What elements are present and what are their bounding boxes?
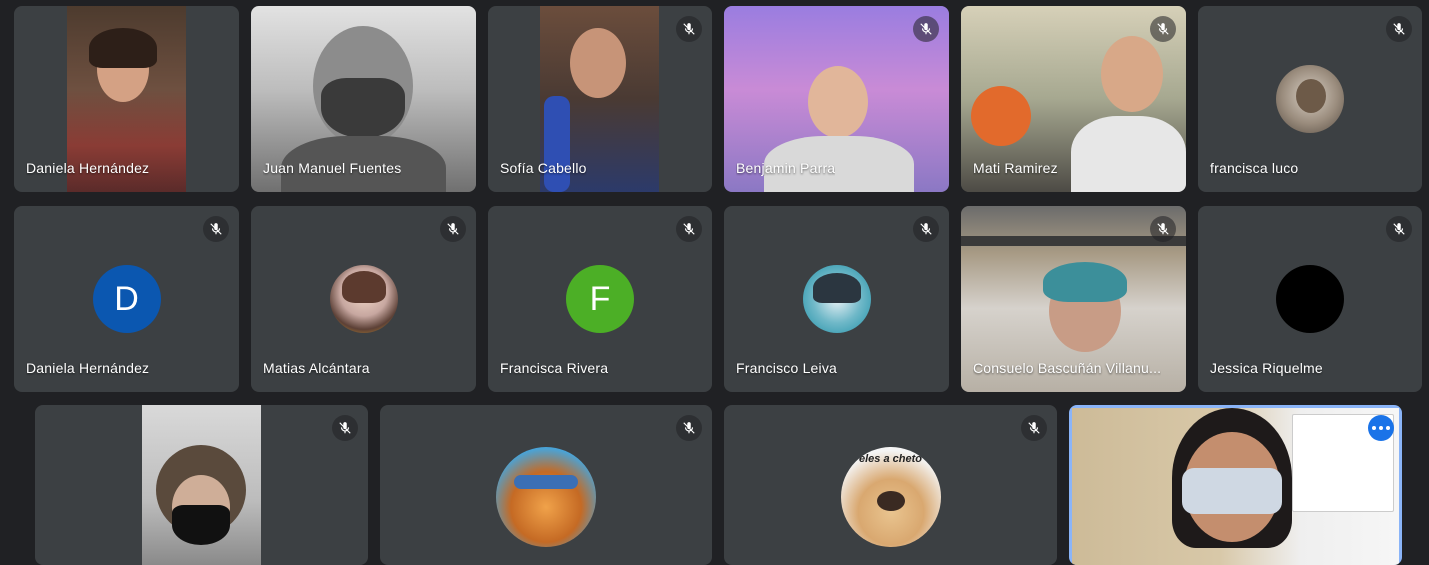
participant-name: Jessica Riquelme bbox=[1210, 360, 1323, 376]
mic-muted-icon bbox=[203, 216, 229, 242]
avatar-letter: F bbox=[589, 279, 611, 318]
participant-name: Francisco Leiva bbox=[736, 360, 838, 376]
participant-name: Benjamin Parra bbox=[736, 160, 836, 176]
participant-tile[interactable] bbox=[380, 405, 712, 565]
mic-muted-icon bbox=[913, 16, 939, 42]
mic-muted-icon bbox=[1386, 16, 1412, 42]
avatar-caption: eles a cheto bbox=[859, 453, 922, 465]
participant-avatar: eles a cheto bbox=[840, 447, 941, 547]
participant-tile[interactable]: Juan Manuel Fuentes bbox=[251, 6, 476, 192]
participant-name: francisca luco bbox=[1210, 160, 1299, 176]
participant-avatar bbox=[802, 265, 871, 333]
mic-muted-icon bbox=[1386, 216, 1412, 242]
mic-muted-icon bbox=[676, 216, 702, 242]
participant-name: Matias Alcántara bbox=[263, 360, 370, 376]
participant-tile[interactable]: Sofía Cabello bbox=[488, 6, 712, 192]
participant-tile[interactable]: D Daniela Hernández bbox=[14, 206, 239, 392]
participant-tile[interactable]: Benjamin Parra bbox=[724, 6, 949, 192]
participant-tile-active[interactable] bbox=[1069, 405, 1402, 565]
mic-muted-icon bbox=[913, 216, 939, 242]
participant-name: Consuelo Bascuñán Villanu... bbox=[973, 360, 1162, 376]
participant-video bbox=[1072, 408, 1399, 565]
participant-avatar: F bbox=[566, 265, 634, 333]
participant-tile[interactable]: F Francisca Rivera bbox=[488, 206, 712, 392]
participant-avatar bbox=[1276, 65, 1344, 133]
participant-tile[interactable]: Mati Ramirez bbox=[961, 6, 1186, 192]
participant-name: Francisca Rivera bbox=[500, 360, 609, 376]
participant-tile[interactable]: Consuelo Bascuñán Villanu... bbox=[961, 206, 1186, 392]
participant-avatar bbox=[1276, 265, 1344, 333]
more-options-button[interactable] bbox=[1368, 415, 1394, 441]
participant-avatar: D bbox=[92, 265, 161, 333]
participant-name: Mati Ramirez bbox=[973, 160, 1058, 176]
mic-muted-icon bbox=[1021, 415, 1047, 441]
participant-name: Daniela Hernández bbox=[26, 360, 150, 376]
mic-muted-icon bbox=[1150, 216, 1176, 242]
participant-tile[interactable]: Daniela Hernández bbox=[14, 6, 239, 192]
mic-muted-icon bbox=[1150, 16, 1176, 42]
participant-tile[interactable]: Jessica Riquelme bbox=[1198, 206, 1422, 392]
mic-muted-icon bbox=[676, 415, 702, 441]
mic-muted-icon bbox=[676, 16, 702, 42]
participant-avatar bbox=[496, 447, 596, 547]
participant-tile[interactable] bbox=[35, 405, 368, 565]
participant-tile[interactable]: eles a cheto bbox=[724, 405, 1057, 565]
participant-video bbox=[142, 405, 261, 565]
participant-tile[interactable]: Francisco Leiva bbox=[724, 206, 949, 392]
mic-muted-icon bbox=[440, 216, 466, 242]
avatar-letter: D bbox=[114, 279, 139, 318]
mic-muted-icon bbox=[332, 415, 358, 441]
participant-name: Juan Manuel Fuentes bbox=[263, 160, 402, 176]
participant-avatar bbox=[329, 265, 398, 333]
participant-name: Sofía Cabello bbox=[500, 160, 587, 176]
participant-tile[interactable]: francisca luco bbox=[1198, 6, 1422, 192]
participant-tile[interactable]: Matias Alcántara bbox=[251, 206, 476, 392]
participant-name: Daniela Hernández bbox=[26, 160, 150, 176]
